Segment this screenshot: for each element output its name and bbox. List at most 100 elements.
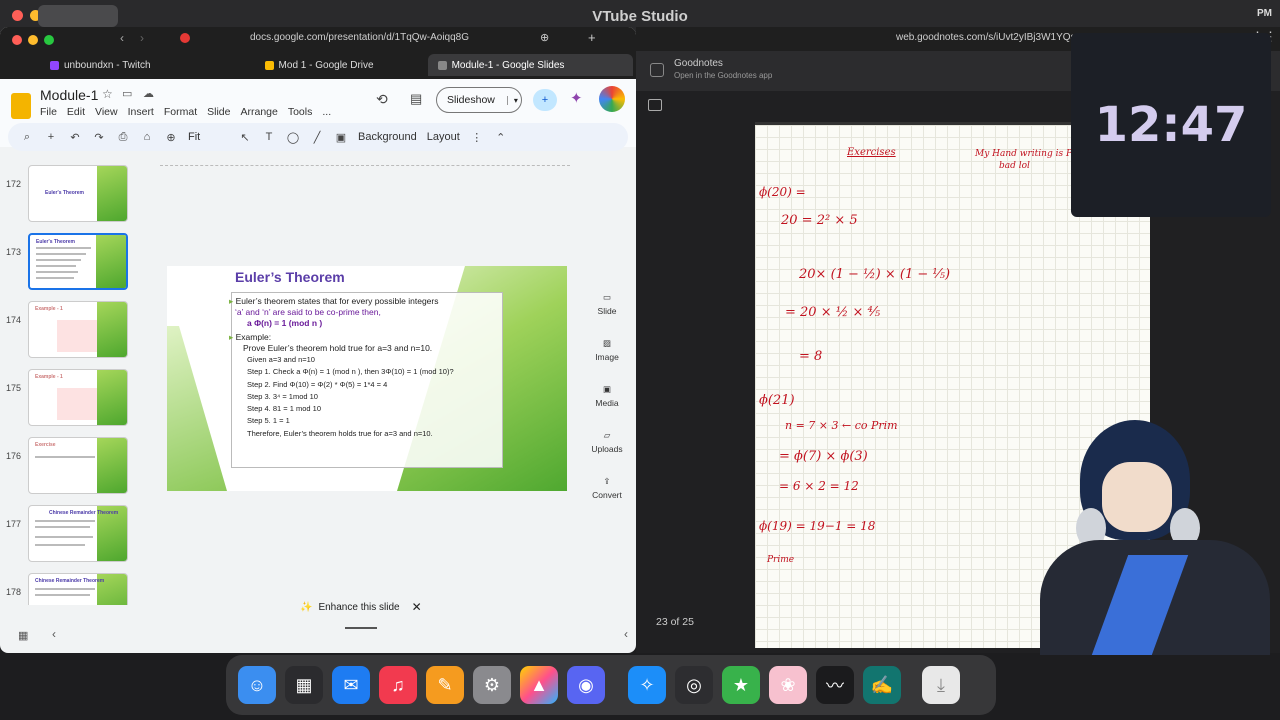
- downloads-icon[interactable]: ⤓: [922, 666, 960, 704]
- finder-icon[interactable]: ☺: [238, 666, 276, 704]
- tab-label: unboundxn - Twitch: [64, 59, 151, 71]
- zoom-icon[interactable]: ⊕: [164, 130, 178, 144]
- menu-insert[interactable]: Insert: [128, 106, 154, 118]
- address-bar[interactable]: docs.google.com/presentation/d/1TqQw-Aoi…: [250, 32, 480, 48]
- new-tab-icon[interactable]: +: [588, 30, 596, 45]
- comment-icon[interactable]: ▤: [410, 91, 422, 107]
- menu-tools[interactable]: Tools: [288, 106, 313, 118]
- obs-icon[interactable]: ◎: [675, 666, 713, 704]
- app-name: Goodnotes: [674, 58, 723, 69]
- zoom-select[interactable]: Fit: [188, 131, 228, 143]
- handwriting: = 8: [799, 349, 823, 364]
- avatar[interactable]: [599, 86, 625, 112]
- step-line: Step 3. 3⁴ = 1mod 10: [247, 391, 318, 401]
- expand-icon[interactable]: ‹: [624, 627, 628, 641]
- current-slide[interactable]: Euler’s Theorem ▸ Euler’s theorem states…: [167, 266, 567, 491]
- safari-icon[interactable]: ✧: [628, 666, 666, 704]
- thumbnail-172[interactable]: 172 Euler's Theorem: [0, 165, 145, 225]
- tab-strip: unboundxn - Twitch Mod 1 - Google Drive …: [0, 54, 636, 79]
- tab-twitch[interactable]: unboundxn - Twitch: [40, 54, 161, 76]
- bullet-icon: ▸: [229, 296, 236, 306]
- close-dot[interactable]: [12, 35, 22, 45]
- script-icon[interactable]: ✍: [863, 666, 901, 704]
- paint-format-icon[interactable]: ⌂: [140, 130, 154, 144]
- thumbnail-173[interactable]: 173 Euler's Theorem: [0, 233, 145, 293]
- music-icon[interactable]: ♫: [379, 666, 417, 704]
- select-icon[interactable]: ↖: [238, 130, 252, 144]
- thumb-title: Chinese Remainder Theorem: [49, 510, 119, 516]
- shape-icon[interactable]: ◯: [286, 130, 300, 144]
- thumbnail-175[interactable]: 175 Example - 1: [0, 369, 145, 429]
- side-convert-button[interactable]: ⇪ Convert: [592, 476, 622, 500]
- text-box-icon[interactable]: T: [262, 130, 276, 144]
- scroll-handle[interactable]: [345, 627, 377, 629]
- menu-view[interactable]: View: [95, 106, 118, 118]
- mail-icon[interactable]: ✉: [332, 666, 370, 704]
- notes-icon[interactable]: ❀: [769, 666, 807, 704]
- background-button[interactable]: Background: [358, 131, 417, 143]
- history-icon[interactable]: ⟲: [376, 91, 388, 108]
- quiz-icon[interactable]: ★: [722, 666, 760, 704]
- sidebar-toggle-icon[interactable]: [648, 99, 662, 111]
- gemini-icon[interactable]: ✦: [570, 89, 583, 107]
- cloud-icon[interactable]: ☁: [143, 87, 154, 100]
- new-slide-icon[interactable]: +: [44, 130, 58, 144]
- thumbnail-176[interactable]: 176 Exercise: [0, 437, 145, 497]
- address-bar[interactable]: web.goodnotes.com/s/iUvt2yIBj3W1YQsQEK: [896, 32, 1097, 43]
- app-sub[interactable]: Open in the Goodnotes app: [674, 71, 772, 80]
- side-panel: ▭ Slide ▨ Image ▣ Media ▱ Uploads ⇪ Convert: [588, 292, 626, 502]
- record-icon[interactable]: [180, 33, 190, 43]
- menu-edit[interactable]: Edit: [67, 106, 85, 118]
- menu-more[interactable]: ...: [322, 106, 331, 118]
- launchpad-icon[interactable]: ▦: [285, 666, 323, 704]
- side-uploads-button[interactable]: ▱ Uploads: [591, 430, 622, 454]
- enhance-chip[interactable]: ✨ Enhance this slide ✕: [300, 597, 422, 617]
- slideshow-button[interactable]: Slideshow ▾: [436, 87, 522, 113]
- screen-icon: [38, 5, 118, 27]
- chevron-up-icon[interactable]: ⌃: [494, 130, 508, 144]
- menu-format[interactable]: Format: [164, 106, 197, 118]
- more-icon[interactable]: ⋮: [470, 130, 484, 144]
- side-slide-button[interactable]: ▭ Slide: [598, 292, 617, 316]
- minimize-dot[interactable]: [28, 35, 38, 45]
- forward-icon[interactable]: ›: [140, 31, 144, 45]
- print-icon[interactable]: ⎙: [116, 130, 130, 144]
- tab-slides[interactable]: Module-1 - Google Slides: [427, 54, 633, 76]
- menu-arrange[interactable]: Arrange: [240, 106, 277, 118]
- folder-icon[interactable]: ▭: [122, 87, 132, 100]
- comment-add-icon[interactable]: ▣: [334, 130, 348, 144]
- star-icon[interactable]: ☆: [102, 87, 113, 101]
- back-icon[interactable]: ‹: [120, 31, 124, 45]
- thumbnail-177[interactable]: 177 Chinese Remainder Theorem: [0, 505, 145, 565]
- redo-icon[interactable]: ↷: [92, 130, 106, 144]
- settings-icon[interactable]: ⚙: [473, 666, 511, 704]
- close-icon[interactable]: ✕: [412, 600, 422, 614]
- share-icon[interactable]: +: [533, 89, 557, 111]
- menu-file[interactable]: File: [40, 106, 57, 118]
- side-media-button[interactable]: ▣ Media: [595, 384, 618, 408]
- twitch-icon: [50, 60, 59, 70]
- handwriting: Exercises: [847, 147, 896, 158]
- pages-icon[interactable]: ✎: [426, 666, 464, 704]
- layout-button[interactable]: Layout: [427, 131, 460, 143]
- activity-icon[interactable]: 〰: [816, 666, 854, 704]
- side-image-button[interactable]: ▨ Image: [595, 338, 619, 362]
- slide-number: 175: [6, 383, 22, 393]
- thumbnail-178[interactable]: 178 Chinese Remainder Theorem: [0, 573, 145, 605]
- line-icon[interactable]: ╱: [310, 130, 324, 144]
- doc-title[interactable]: Module-1: [40, 87, 98, 103]
- zoom-dot[interactable]: [44, 35, 54, 45]
- discord-icon[interactable]: ◉: [567, 666, 605, 704]
- close-dot[interactable]: [12, 10, 23, 21]
- download-icon[interactable]: ⊕: [540, 31, 549, 44]
- tab-drive[interactable]: Mod 1 - Google Drive: [255, 54, 384, 76]
- thumbnail-174[interactable]: 174 Example - 1: [0, 301, 145, 361]
- undo-icon[interactable]: ↶: [68, 130, 82, 144]
- search-icon[interactable]: ⌕: [20, 130, 34, 144]
- grid-view-icon[interactable]: ▦: [18, 629, 28, 642]
- slides-icon: [437, 60, 447, 70]
- sparks-icon[interactable]: ▲: [520, 666, 558, 704]
- collapse-icon[interactable]: ‹: [52, 627, 56, 641]
- menu-slide[interactable]: Slide: [207, 106, 230, 118]
- chevron-down-icon[interactable]: ▾: [506, 95, 518, 105]
